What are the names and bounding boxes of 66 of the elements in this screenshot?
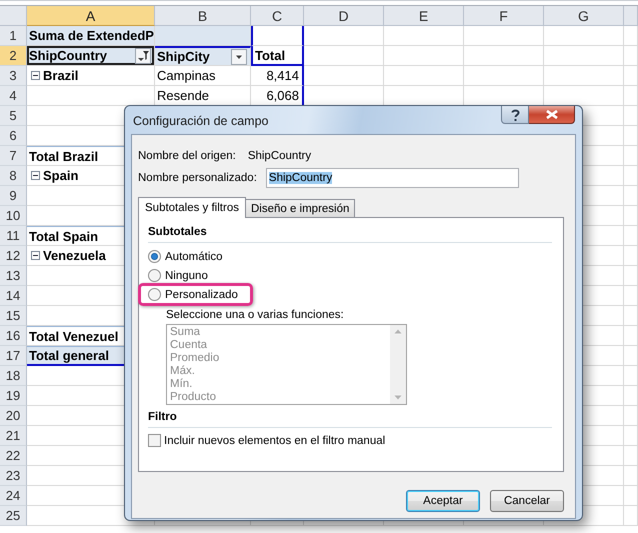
- custom-name-field[interactable]: ShipCountry: [266, 168, 519, 188]
- column-header[interactable]: [624, 6, 638, 26]
- row-header[interactable]: 17: [0, 346, 27, 366]
- sheet-cell[interactable]: ShipCountry: [27, 46, 155, 66]
- row-header[interactable]: 25: [0, 506, 27, 526]
- row-header[interactable]: 16: [0, 326, 27, 346]
- row-header[interactable]: 19: [0, 386, 27, 406]
- tab[interactable]: Subtotales y filtros: [138, 197, 246, 218]
- sheet-cell[interactable]: [251, 26, 304, 46]
- column-header[interactable]: B: [155, 6, 251, 26]
- dropdown-icon[interactable]: [231, 48, 247, 64]
- radio-option[interactable]: Personalizado: [148, 286, 238, 303]
- close-button[interactable]: [529, 106, 575, 124]
- sheet-cell[interactable]: 8,414: [251, 66, 304, 86]
- tab[interactable]: Diseño e impresión: [244, 199, 356, 217]
- dialog-button[interactable]: Cancelar: [490, 490, 564, 512]
- help-icon: [508, 108, 522, 122]
- row-header[interactable]: 20: [0, 406, 27, 426]
- sheet-cell[interactable]: Total: [251, 46, 304, 66]
- row-header[interactable]: 10: [0, 206, 27, 226]
- sheet-cell[interactable]: Suma de ExtendedP: [27, 26, 155, 46]
- select-all-corner[interactable]: [0, 6, 27, 26]
- row-header[interactable]: 14: [0, 286, 27, 306]
- close-icon: [544, 109, 558, 120]
- row-header[interactable]: 5: [0, 106, 27, 126]
- scroll-up-icon[interactable]: [394, 329, 402, 334]
- row-header[interactable]: 7: [0, 146, 27, 166]
- functions-label: Seleccione una o varias funciones:: [166, 309, 345, 321]
- column-header[interactable]: A: [27, 6, 155, 26]
- sheet-cell[interactable]: ShipCity: [155, 46, 251, 66]
- column-header[interactable]: C: [251, 6, 304, 26]
- section-heading: Subtotales: [148, 226, 552, 243]
- row-header[interactable]: 3: [0, 66, 27, 86]
- row-header[interactable]: 1: [0, 26, 27, 46]
- row-header[interactable]: 6: [0, 126, 27, 146]
- row-header[interactable]: 21: [0, 426, 27, 446]
- row-header[interactable]: 2: [0, 46, 27, 66]
- column-header[interactable]: G: [544, 6, 624, 26]
- row-header[interactable]: 11: [0, 226, 27, 246]
- row-header[interactable]: 9: [0, 186, 27, 206]
- radio-option[interactable]: Ninguno: [148, 267, 208, 284]
- row-header[interactable]: 18: [0, 366, 27, 386]
- collapse-icon[interactable]: [31, 71, 40, 80]
- dialog-title: Configuración de campo: [133, 114, 268, 128]
- row-header[interactable]: 22: [0, 446, 27, 466]
- sheet-cell[interactable]: Brazil: [27, 66, 155, 86]
- row-header[interactable]: 23: [0, 466, 27, 486]
- collapse-icon[interactable]: [31, 251, 40, 260]
- help-button[interactable]: [501, 106, 529, 124]
- row-header[interactable]: 24: [0, 486, 27, 506]
- row-header[interactable]: 15: [0, 306, 27, 326]
- dialog-button[interactable]: Aceptar: [406, 490, 480, 512]
- column-header[interactable]: D: [304, 6, 384, 26]
- row-header[interactable]: 12: [0, 246, 27, 266]
- section-heading: Filtro: [148, 411, 552, 428]
- column-header[interactable]: F: [464, 6, 544, 26]
- row-header[interactable]: 4: [0, 86, 27, 106]
- checkbox-option[interactable]: Incluir nuevos elementos en el filtro manual: [148, 434, 556, 447]
- sheet-cell[interactable]: Campinas: [155, 66, 251, 86]
- collapse-icon[interactable]: [31, 171, 40, 180]
- row-header[interactable]: 8: [0, 166, 27, 186]
- source-name-value: ShipCountry: [248, 150, 312, 162]
- scroll-down-icon[interactable]: [394, 395, 402, 400]
- column-header[interactable]: E: [384, 6, 464, 26]
- filter-dropdown-icon[interactable]: [135, 48, 151, 64]
- row-header[interactable]: 13: [0, 266, 27, 286]
